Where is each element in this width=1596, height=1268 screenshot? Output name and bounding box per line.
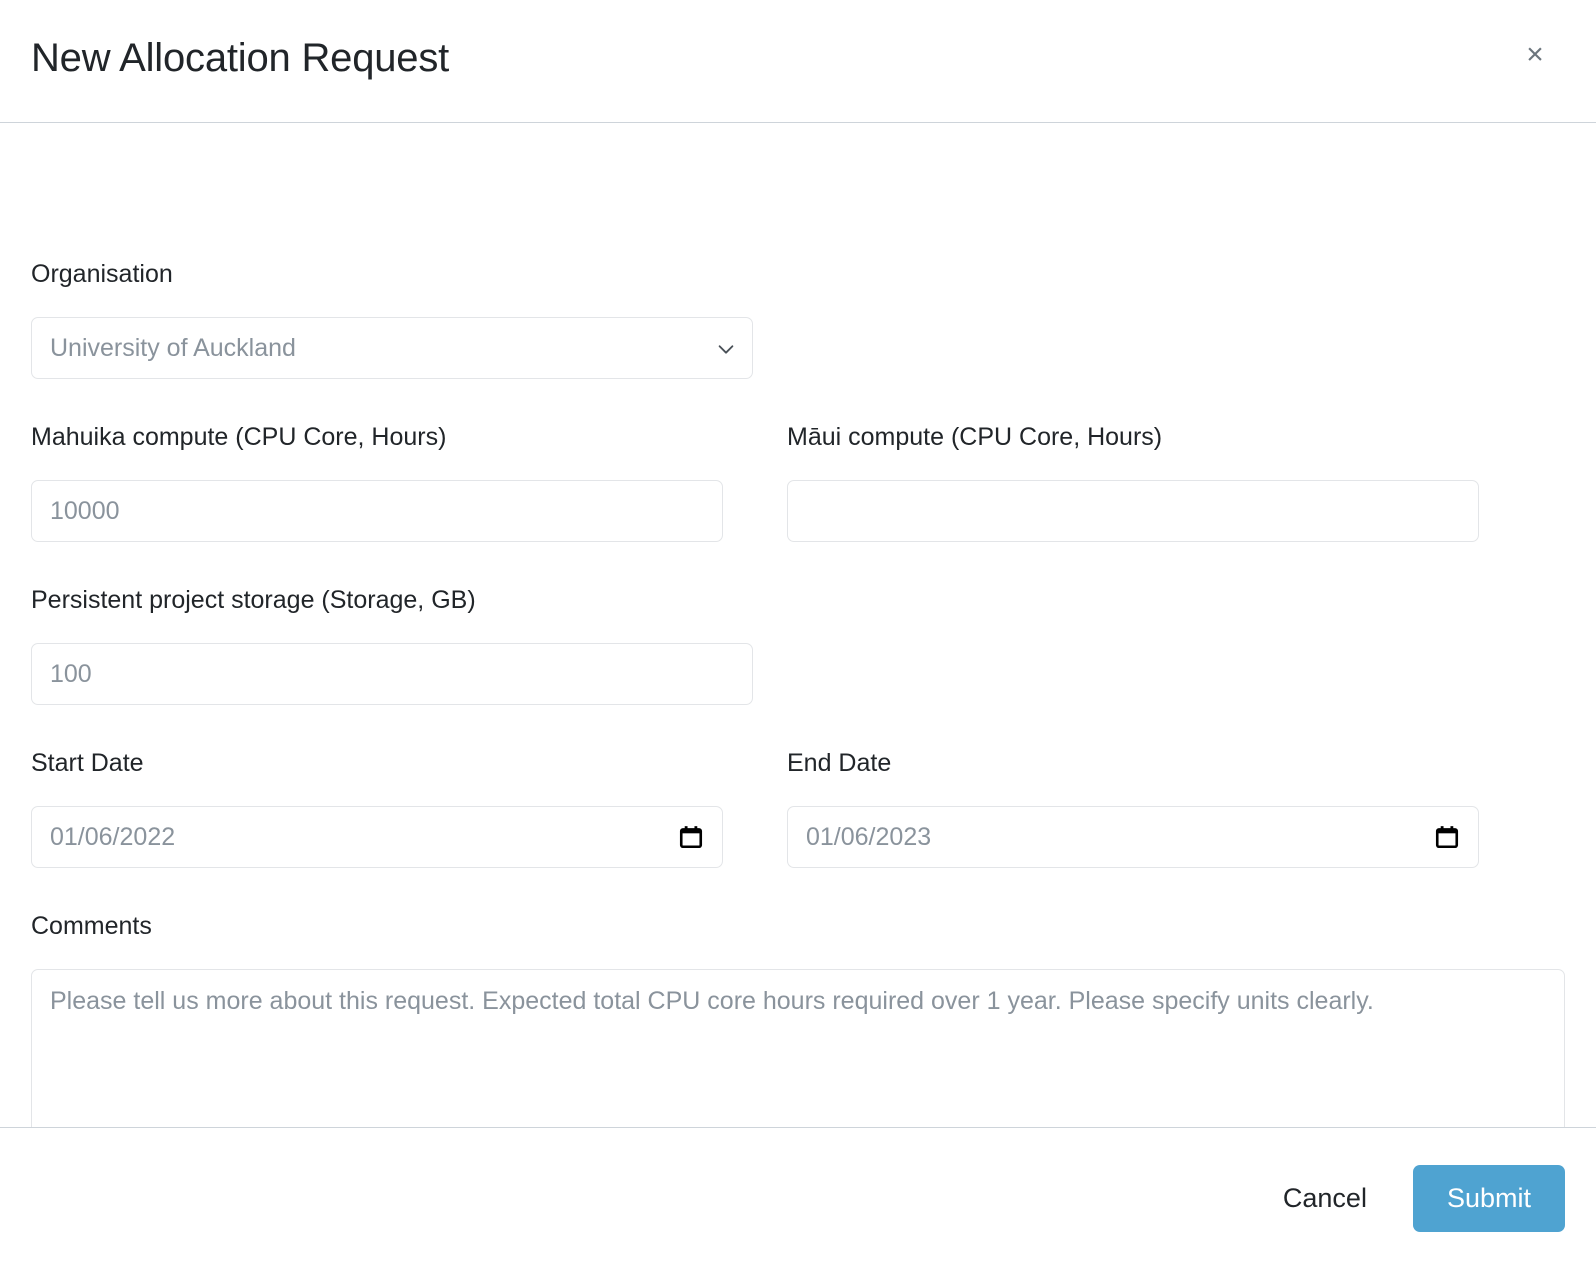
close-icon[interactable]: × — [1518, 38, 1552, 72]
end-date-value: 01/06/2023 — [806, 822, 932, 851]
calendar-icon[interactable] — [1434, 824, 1460, 850]
start-date-input[interactable]: 01/06/2022 — [31, 806, 723, 868]
modal-body: Organisation University of Auckland Mahu… — [0, 123, 1596, 1127]
persistent-storage-input[interactable] — [31, 643, 753, 705]
maui-compute-label: Māui compute (CPU Core, Hours) — [787, 423, 1163, 451]
organisation-label: Organisation — [31, 260, 173, 288]
persistent-storage-label: Persistent project storage (Storage, GB) — [31, 586, 476, 614]
mahuika-compute-label: Mahuika compute (CPU Core, Hours) — [31, 423, 447, 451]
comments-label: Comments — [31, 912, 152, 940]
new-allocation-request-modal: New Allocation Request × Organisation Un… — [0, 0, 1596, 1268]
maui-compute-input[interactable] — [787, 480, 1479, 542]
start-date-label: Start Date — [31, 749, 144, 777]
page-title: New Allocation Request — [31, 36, 450, 80]
modal-footer: Cancel Submit — [0, 1127, 1596, 1268]
cancel-button[interactable]: Cancel — [1259, 1167, 1391, 1230]
mahuika-compute-input[interactable] — [31, 480, 723, 542]
submit-button[interactable]: Submit — [1412, 1164, 1565, 1232]
modal-header: New Allocation Request × — [0, 0, 1596, 123]
organisation-select[interactable]: University of Auckland — [31, 317, 753, 379]
end-date-label: End Date — [787, 749, 892, 777]
comments-textarea[interactable] — [31, 969, 1565, 1127]
start-date-value: 01/06/2022 — [50, 822, 176, 851]
calendar-icon[interactable] — [678, 824, 704, 850]
end-date-input[interactable]: 01/06/2023 — [787, 806, 1479, 868]
